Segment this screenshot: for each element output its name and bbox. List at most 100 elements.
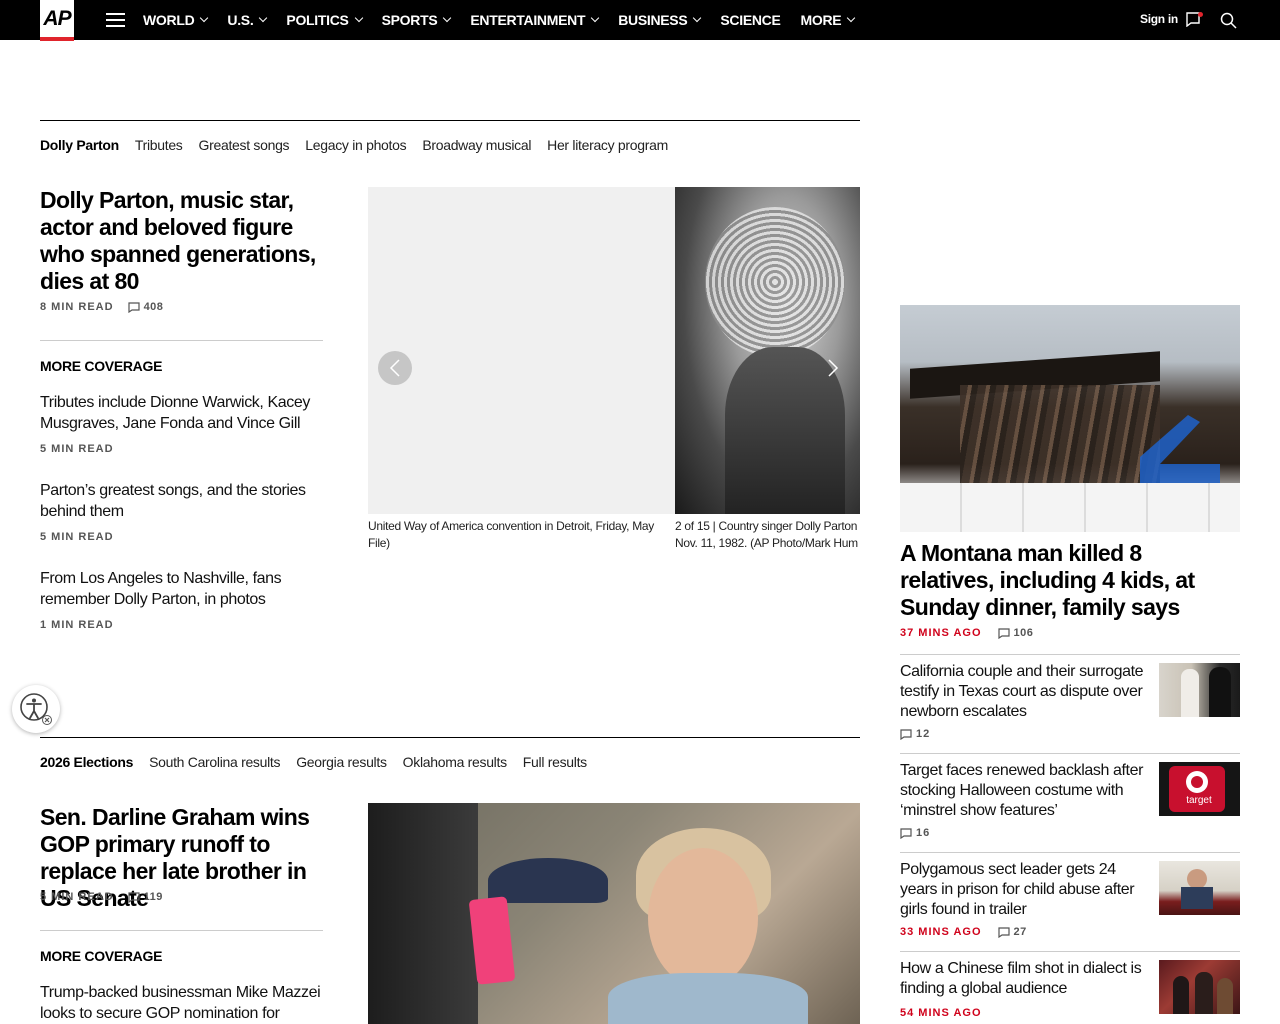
divider: [900, 753, 1240, 754]
read-time: 8 MIN READ: [40, 301, 114, 313]
subnav-item[interactable]: Broadway musical: [422, 137, 531, 153]
subnav-item[interactable]: Georgia results: [296, 754, 387, 770]
accessibility-icon: [20, 693, 52, 725]
comment-count[interactable]: 12: [916, 728, 930, 740]
chevron-down-icon: [693, 13, 702, 23]
caption-line: 2 of 15 | Country singer Dolly Parton: [675, 519, 858, 533]
rail-story-meta: 54 MINS AGO: [900, 1007, 982, 1019]
read-time: 5 MIN READ: [40, 891, 114, 903]
chevron-down-icon: [443, 13, 452, 23]
topic-subnav-dolly: Dolly Parton Tributes Greatest songs Leg…: [40, 137, 684, 153]
coverage-link[interactable]: Tributes include Dionne Warwick, Kacey M…: [40, 392, 340, 434]
subnav-item[interactable]: Dolly Parton: [40, 137, 119, 153]
nav-item-entertainment[interactable]: ENTERTAINMENT: [470, 12, 600, 28]
lead-meta: 5 MIN READ 119: [40, 891, 163, 903]
more-coverage-heading: MORE COVERAGE: [40, 948, 163, 964]
comment-icon: [900, 827, 912, 839]
read-time: 1 MIN READ: [40, 619, 114, 631]
subnav-item[interactable]: Full results: [523, 754, 587, 770]
comment-count[interactable]: 27: [997, 926, 1027, 938]
story-thumbnail[interactable]: [1159, 861, 1240, 915]
carousel-slide-previous: [368, 187, 675, 514]
nav-item-science[interactable]: SCIENCE: [720, 12, 780, 28]
comment-count[interactable]: 106: [997, 627, 1034, 639]
lead-meta: 8 MIN READ 408: [40, 301, 163, 313]
rail-story-link[interactable]: How a Chinese film shot in dialect is fi…: [900, 959, 1150, 999]
election-photo[interactable]: [368, 803, 860, 1024]
nav-item-business[interactable]: BUSINESS: [618, 12, 702, 28]
more-coverage-heading: MORE COVERAGE: [40, 358, 163, 374]
subnav-item[interactable]: Tributes: [135, 137, 183, 153]
comment-count[interactable]: 408: [127, 301, 164, 313]
ap-logo[interactable]: AP: [40, 0, 74, 41]
nav-item-sports[interactable]: SPORTS: [382, 12, 452, 28]
logo-text: AP: [43, 6, 71, 30]
chevron-right-icon: [828, 359, 839, 377]
comment-icon: [900, 728, 912, 740]
story-thumbnail[interactable]: target: [1159, 762, 1240, 816]
read-time: 5 MIN READ: [40, 531, 114, 543]
timestamp: 37 MINS AGO: [900, 627, 982, 639]
story-thumbnail[interactable]: [1159, 960, 1240, 1014]
rail-story-meta: 12: [900, 728, 930, 740]
coverage-link[interactable]: Parton’s greatest songs, and the stories…: [40, 480, 340, 522]
comment-icon: [997, 627, 1010, 639]
divider: [900, 852, 1240, 853]
timestamp: 54 MINS AGO: [900, 1007, 982, 1019]
rail-lead-meta: 37 MINS AGO 106: [900, 627, 1033, 639]
rail-story-meta: 33 MINS AGO 27: [900, 926, 1027, 938]
rail-lead-photo[interactable]: [900, 305, 1240, 532]
accessibility-button[interactable]: [12, 685, 60, 733]
caption-line: File): [368, 536, 390, 550]
nav-item-world[interactable]: WORLD: [143, 12, 209, 28]
section-rule: [40, 120, 860, 121]
carousel-prev-button[interactable]: [378, 351, 412, 385]
read-time: 5 MIN READ: [40, 443, 114, 455]
chevron-down-icon: [200, 13, 209, 23]
subnav-item[interactable]: Greatest songs: [199, 137, 290, 153]
caption-line: United Way of America convention in Detr…: [368, 519, 654, 533]
story-thumbnail[interactable]: [1159, 663, 1240, 717]
divider: [40, 930, 323, 931]
top-navigation-bar: AP WORLD U.S. POLITICS SPORTS ENTERTAINM…: [0, 0, 1280, 41]
subnav-item[interactable]: South Carolina results: [149, 754, 280, 770]
chevron-down-icon: [354, 13, 363, 23]
caption-line: Nov. 11, 1982. (AP Photo/Mark Hum: [675, 536, 858, 550]
comment-count[interactable]: 119: [127, 891, 163, 903]
search-icon[interactable]: [1220, 12, 1237, 29]
comment-icon: [997, 926, 1010, 938]
carousel-caption-previous: United Way of America convention in Detr…: [368, 518, 672, 552]
nav-item-us[interactable]: U.S.: [227, 12, 268, 28]
nav-item-politics[interactable]: POLITICS: [286, 12, 363, 28]
comments-notification-icon[interactable]: [1186, 12, 1203, 27]
photo-carousel[interactable]: [368, 187, 860, 514]
sign-in-link[interactable]: Sign in: [1140, 12, 1178, 26]
coverage-link[interactable]: Trump-backed businessman Mike Mazzei loo…: [40, 982, 350, 1024]
comment-icon: [127, 891, 140, 903]
timestamp: 33 MINS AGO: [900, 926, 982, 938]
coverage-link[interactable]: From Los Angeles to Nashville, fans reme…: [40, 568, 340, 610]
lead-headline[interactable]: Dolly Parton, music star, actor and belo…: [40, 187, 340, 295]
subnav-item[interactable]: Oklahoma results: [403, 754, 507, 770]
chevron-down-icon: [259, 13, 268, 23]
rail-story-meta: 16: [900, 827, 930, 839]
comment-icon: [127, 301, 140, 313]
rail-story-link[interactable]: Target faces renewed backlash after stoc…: [900, 761, 1150, 821]
rail-lead-headline[interactable]: A Montana man killed 8 relatives, includ…: [900, 540, 1240, 621]
chevron-left-icon: [389, 359, 400, 377]
subnav-item[interactable]: Her literacy program: [547, 137, 668, 153]
divider: [900, 654, 1240, 655]
chevron-down-icon: [847, 13, 856, 23]
subnav-item[interactable]: 2026 Elections: [40, 754, 133, 770]
subnav-item[interactable]: Legacy in photos: [305, 137, 406, 153]
divider: [900, 951, 1240, 952]
hamburger-menu-icon[interactable]: [106, 13, 125, 27]
rail-story-link[interactable]: Polygamous sect leader gets 24 years in …: [900, 860, 1150, 920]
target-sign-text: target: [1186, 795, 1212, 806]
nav-item-more[interactable]: MORE: [801, 12, 856, 28]
carousel-caption-current: 2 of 15 | Country singer Dolly Parton No…: [675, 518, 860, 552]
carousel-next-button[interactable]: [816, 351, 850, 385]
divider: [40, 340, 323, 341]
rail-story-link[interactable]: California couple and their surrogate te…: [900, 662, 1150, 722]
comment-count[interactable]: 16: [916, 827, 930, 839]
